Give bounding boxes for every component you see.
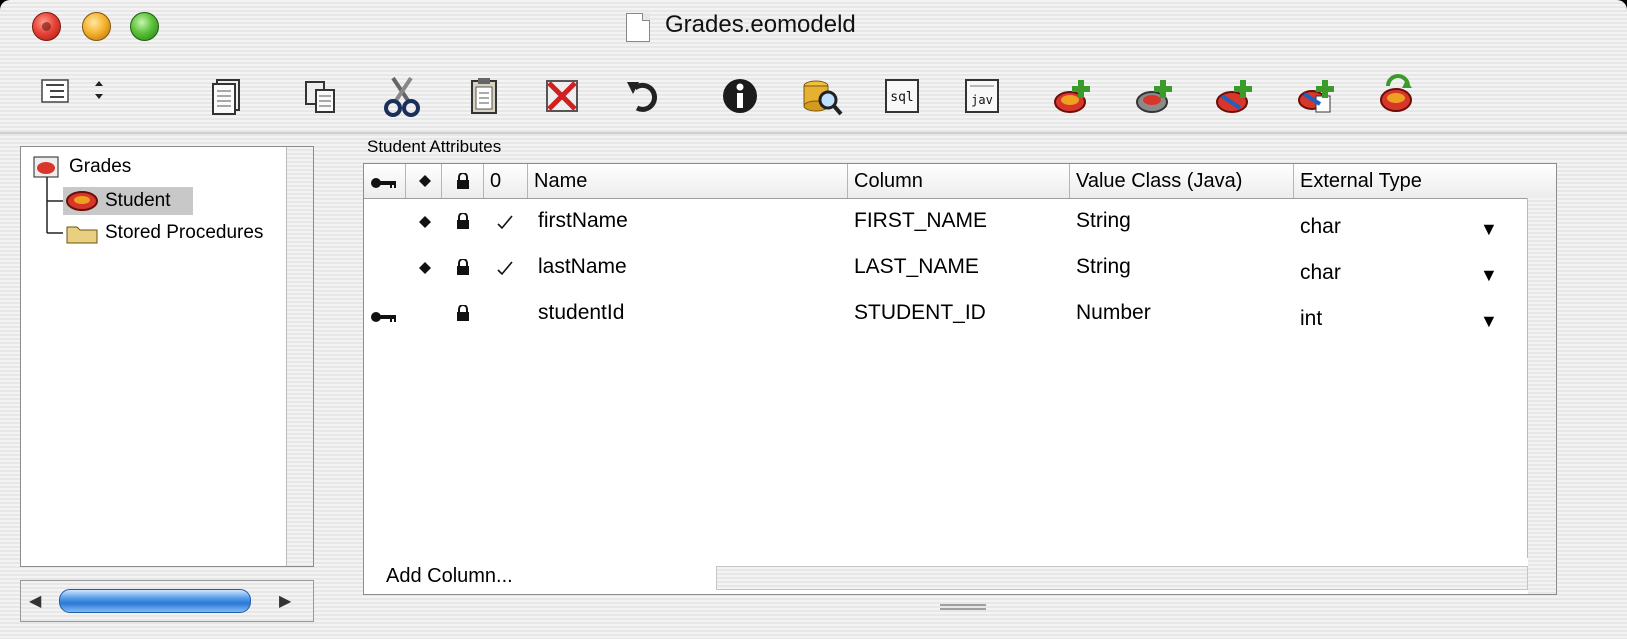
scroll-thumb[interactable] [59,589,251,613]
table-row[interactable]: studentId STUDENT_ID Number int ▼ [364,290,1556,336]
lock-icon [457,173,469,189]
add-column-button[interactable]: Add Column... [386,562,513,590]
locking-lock-icon[interactable] [456,305,470,321]
info-icon[interactable] [718,74,762,118]
diamond-icon [419,175,431,187]
add-relationship-icon[interactable] [1214,74,1258,118]
external-type-dropdown-icon[interactable]: ▼ [1480,298,1498,344]
table-header: 0 Name Column Value Class (Java) Externa… [364,164,1556,199]
model-tree: Grades Student Stored Procedures [20,146,314,567]
title-bar: Grades.eomodeld [0,0,1627,52]
close-button[interactable] [32,12,61,41]
header-column[interactable]: Column [848,164,1070,198]
svg-text:jav: jav [971,93,993,107]
header-value-class[interactable]: Value Class (Java) [1070,164,1294,198]
split-view-grip[interactable] [940,602,986,612]
copy-icon[interactable] [300,74,344,118]
zoom-button[interactable] [130,12,159,41]
tree-view-icon [41,79,69,103]
tree-horizontal-scrollbar[interactable]: ◀ ▶ [20,580,314,622]
attribute-value-class[interactable]: String [1076,244,1131,290]
scroll-right-arrow-icon[interactable]: ▶ [279,591,291,611]
header-allows-null[interactable]: 0 [484,164,528,198]
attribute-column[interactable]: FIRST_NAME [854,198,987,244]
view-mode-select[interactable] [38,72,118,116]
table-footer: Add Column... [364,558,1528,594]
attribute-name[interactable]: firstName [538,198,628,244]
tree-item-stored-procedures[interactable]: Stored Procedures [63,219,303,247]
attribute-value-class[interactable]: String [1076,198,1131,244]
table-row[interactable]: lastName LAST_NAME String char ▼ [364,244,1556,290]
allows-null-check-icon[interactable] [496,259,514,277]
primary-key-icon[interactable] [370,310,398,324]
table-title: Student Attributes [367,137,502,156]
tree-item-label: Student [105,190,171,211]
new-document-icon[interactable] [207,74,251,118]
allows-null-check-icon[interactable] [496,213,514,231]
add-fetch-spec-icon[interactable] [1296,74,1340,118]
header-primary-key[interactable] [364,164,406,198]
locking-lock-icon[interactable] [456,213,470,229]
svg-text:sql: sql [890,90,913,105]
tree-item-student[interactable]: Student [63,187,193,215]
add-entity-icon[interactable] [1052,74,1096,118]
header-class-property[interactable] [406,164,442,198]
locking-lock-icon[interactable] [456,259,470,275]
toolbar-separator [0,132,1627,134]
key-icon [371,178,396,188]
minimize-button[interactable] [82,12,111,41]
scroll-left-arrow-icon[interactable]: ◀ [29,591,41,611]
window-title: Grades.eomodeld [665,11,856,38]
attribute-column[interactable]: LAST_NAME [854,244,979,290]
folder-icon [66,226,98,244]
cut-icon[interactable] [381,74,425,118]
attribute-column[interactable]: STUDENT_ID [854,290,986,336]
add-attribute-icon[interactable] [1134,74,1178,118]
attributes-table: 0 Name Column Value Class (Java) Externa… [363,163,1557,595]
entity-icon [66,191,98,211]
tree-vertical-scrollbar[interactable] [286,147,313,566]
header-locking[interactable] [442,164,484,198]
table-row[interactable]: firstName FIRST_NAME String char ▼ [364,198,1556,244]
delete-icon[interactable] [540,74,584,118]
paste-icon[interactable] [462,74,506,118]
tree-item-label: Stored Procedures [105,222,264,243]
header-external-type[interactable]: External Type [1294,164,1556,198]
toolbar: sql jav [0,60,1627,132]
document-icon [626,13,650,42]
class-property-diamond-icon[interactable] [418,261,432,275]
flatten-icon[interactable] [1376,74,1420,118]
attribute-name[interactable]: lastName [538,244,627,290]
class-property-diamond-icon[interactable] [418,215,432,229]
attribute-name[interactable]: studentId [538,290,624,336]
undo-icon[interactable] [621,74,665,118]
attribute-value-class[interactable]: Number [1076,290,1151,336]
model-icon [33,156,59,178]
table-vertical-scrollbar[interactable] [1527,198,1556,594]
window: Grades.eomodeld sql jav Grades Student S… [0,0,1627,639]
browse-data-icon[interactable] [800,74,844,118]
java-icon[interactable]: jav [960,74,1004,118]
header-name[interactable]: Name [528,164,848,198]
table-horizontal-scrollbar[interactable] [716,566,1528,590]
sql-icon[interactable]: sql [880,74,924,118]
attribute-external-type[interactable]: int [1300,296,1322,342]
